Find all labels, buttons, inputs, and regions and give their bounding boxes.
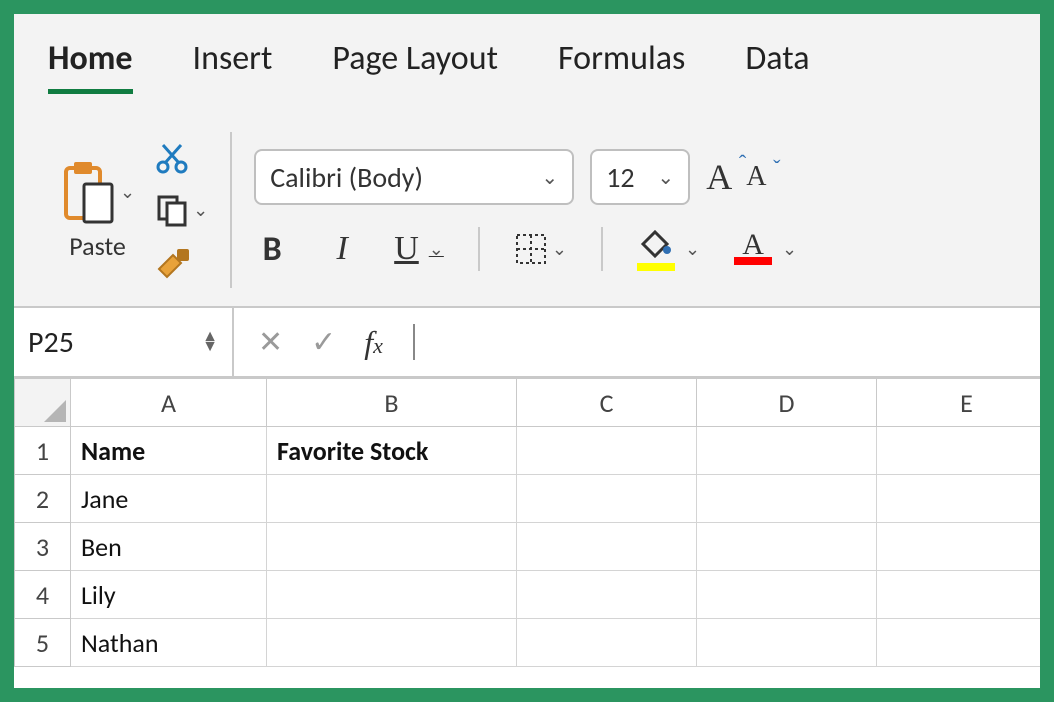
cell-D4[interactable] [697, 571, 877, 619]
paintbrush-icon [155, 245, 193, 279]
clipboard-icon [60, 158, 118, 226]
paint-bucket-icon [637, 228, 675, 271]
font-name-value: Calibri (Body) [270, 160, 423, 195]
cell-D1[interactable] [697, 427, 877, 475]
font-group: Calibri (Body) ⌄ 12 ⌄ A A B I U ⌄ [242, 114, 809, 306]
cell-A1[interactable]: Name [71, 427, 267, 475]
col-header-B[interactable]: B [267, 379, 517, 427]
cell-C5[interactable] [517, 619, 697, 667]
cell-B3[interactable] [267, 523, 517, 571]
select-all-corner[interactable] [15, 379, 71, 427]
col-header-E[interactable]: E [877, 379, 1054, 427]
clipboard-tools: ⌄ [147, 114, 220, 306]
formula-input[interactable] [415, 308, 1040, 376]
col-header-C[interactable]: C [517, 379, 697, 427]
italic-button[interactable]: I [324, 230, 360, 268]
cell-B2[interactable] [267, 475, 517, 523]
cell-C3[interactable] [517, 523, 697, 571]
row-header-5[interactable]: 5 [15, 619, 71, 667]
worksheet: A B C D E 1 Name Favorite Stock 2 Jane [14, 378, 1040, 667]
grid[interactable]: A B C D E 1 Name Favorite Stock 2 Jane [14, 378, 1054, 667]
cell-C4[interactable] [517, 571, 697, 619]
format-painter-button[interactable] [155, 245, 208, 279]
cell-D3[interactable] [697, 523, 877, 571]
chevron-down-icon: ⌄ [657, 165, 674, 190]
paste-button[interactable] [60, 158, 118, 226]
scissors-icon [155, 141, 189, 175]
separator [230, 132, 232, 288]
cell-E3[interactable] [877, 523, 1054, 571]
row-header-3[interactable]: 3 [15, 523, 71, 571]
font-color-icon: A [734, 233, 772, 265]
paste-label: Paste [69, 230, 126, 262]
formula-bar-row: P25 ▲ ▼ ✕ ✓ fx [14, 308, 1040, 378]
col-header-D[interactable]: D [697, 379, 877, 427]
tab-formulas[interactable]: Formulas [558, 38, 685, 89]
font-color-button[interactable]: A ⌄ [734, 233, 797, 265]
fill-color-button[interactable]: ⌄ [637, 228, 700, 271]
font-color-dropdown[interactable]: ⌄ [782, 238, 797, 260]
ribbon-toolbar: ⌄ Paste ⌄ [14, 108, 1040, 308]
paste-dropdown[interactable]: ⌄ [120, 181, 135, 203]
name-box[interactable]: P25 ▲ ▼ [14, 308, 234, 376]
copy-dropdown[interactable]: ⌄ [193, 199, 208, 221]
borders-button[interactable]: ⌄ [514, 232, 567, 266]
borders-dropdown[interactable]: ⌄ [552, 238, 567, 260]
cell-B4[interactable] [267, 571, 517, 619]
cancel-button[interactable]: ✕ [258, 324, 283, 361]
chevron-down-icon: ⌄ [541, 165, 558, 190]
triangle-down-icon: ▼ [202, 342, 218, 352]
enter-button[interactable]: ✓ [311, 324, 336, 361]
ribbon-tabs: Home Insert Page Layout Formulas Data [14, 14, 1040, 108]
name-box-stepper[interactable]: ▲ ▼ [202, 332, 218, 352]
row-header-4[interactable]: 4 [15, 571, 71, 619]
cut-button[interactable] [155, 141, 208, 175]
separator [601, 227, 603, 271]
name-box-value: P25 [28, 324, 74, 361]
underline-dropdown[interactable]: ⌄ [429, 239, 444, 260]
separator [478, 227, 480, 271]
copy-button[interactable]: ⌄ [155, 193, 208, 227]
cell-A3[interactable]: Ben [71, 523, 267, 571]
cell-C2[interactable] [517, 475, 697, 523]
font-size-value: 12 [606, 160, 634, 195]
tab-page-layout[interactable]: Page Layout [332, 38, 498, 89]
app-window: Home Insert Page Layout Formulas Data ⌄ … [0, 0, 1054, 702]
cell-A4[interactable]: Lily [71, 571, 267, 619]
cell-D5[interactable] [697, 619, 877, 667]
cell-E1[interactable] [877, 427, 1054, 475]
row-header-1[interactable]: 1 [15, 427, 71, 475]
fill-color-dropdown[interactable]: ⌄ [685, 238, 700, 260]
cell-E5[interactable] [877, 619, 1054, 667]
insert-function-button[interactable]: fx [364, 324, 383, 361]
font-name-combo[interactable]: Calibri (Body) ⌄ [254, 149, 574, 205]
cell-A2[interactable]: Jane [71, 475, 267, 523]
bold-button[interactable]: B [254, 229, 290, 270]
cell-E4[interactable] [877, 571, 1054, 619]
cell-A5[interactable]: Nathan [71, 619, 267, 667]
tab-insert[interactable]: Insert [193, 38, 273, 89]
increase-font-size-button[interactable]: A [706, 156, 730, 198]
cell-D2[interactable] [697, 475, 877, 523]
font-size-combo[interactable]: 12 ⌄ [590, 149, 690, 205]
row-header-2[interactable]: 2 [15, 475, 71, 523]
copy-icon [155, 193, 189, 227]
underline-button[interactable]: U ⌄ [394, 230, 444, 268]
tab-data[interactable]: Data [745, 38, 809, 89]
decrease-font-size-button[interactable]: A [746, 161, 764, 193]
paste-group: ⌄ Paste [48, 114, 147, 306]
col-header-A[interactable]: A [71, 379, 267, 427]
tab-home[interactable]: Home [48, 38, 133, 94]
cell-E2[interactable] [877, 475, 1054, 523]
cell-B5[interactable] [267, 619, 517, 667]
formula-bar-buttons: ✕ ✓ fx [234, 308, 407, 376]
cell-C1[interactable] [517, 427, 697, 475]
cell-B1[interactable]: Favorite Stock [267, 427, 517, 475]
borders-icon [514, 232, 548, 266]
